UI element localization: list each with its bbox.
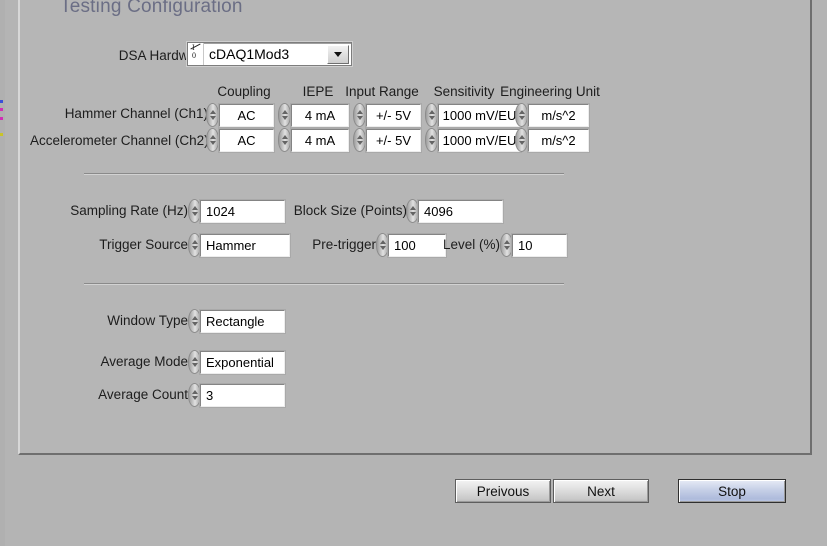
average-count-label: Average Count [98, 387, 188, 402]
accelerometer-sensitivity-stepper[interactable] [425, 128, 438, 152]
hammer-sensitivity-stepper[interactable] [425, 103, 438, 127]
edge-marker-blue [0, 100, 3, 103]
trigger-source-value[interactable]: Hammer [200, 234, 290, 257]
hammer-engineering-unit-stepper[interactable] [515, 103, 528, 127]
edge-marker-magenta-2 [0, 117, 3, 120]
hammer-coupling-stepper[interactable] [206, 103, 219, 127]
edge-marker-yellow [0, 133, 3, 136]
configuration-panel: Testing Configuration DSA Hardware cDAQ1… [18, 0, 812, 455]
hammer-iepe-value[interactable]: 4 mA [291, 104, 349, 127]
hammer-engineering-unit-value[interactable]: m/s^2 [528, 104, 589, 127]
sampling-rate-label: Sampling Rate (Hz) [70, 203, 188, 218]
edge-marker-magenta-1 [0, 108, 3, 111]
accelerometer-iepe-value[interactable]: 4 mA [291, 129, 349, 152]
chevron-down-icon[interactable] [327, 44, 349, 64]
column-header-input-range: Input Range [345, 84, 419, 99]
accelerometer-iepe-stepper[interactable] [278, 128, 291, 152]
previous-button[interactable]: Preivous [455, 479, 551, 503]
application-window: Testing Configuration DSA Hardware cDAQ1… [0, 0, 827, 546]
hammer-input-range-value[interactable]: +/- 5V [366, 104, 421, 127]
hammer-sensitivity-value[interactable]: 1000 mV/EU [438, 104, 521, 127]
level-label: Level (%) [442, 237, 500, 252]
average-count-value[interactable]: 3 [200, 384, 285, 407]
column-header-engineering-unit: Engineering Unit [500, 84, 600, 99]
dsa-hardware-select[interactable]: cDAQ1Mod3 [187, 42, 352, 66]
hammer-coupling-value[interactable]: AC [219, 104, 274, 127]
average-mode-label: Average Mode [100, 354, 188, 369]
io-name-glyph-icon [188, 43, 204, 65]
hammer-channel-label: Hammer Channel (Ch1) [64, 106, 208, 121]
accelerometer-input-range-stepper[interactable] [353, 128, 366, 152]
stop-button[interactable]: Stop [678, 479, 786, 503]
window-type-value[interactable]: Rectangle [200, 310, 285, 333]
dsa-hardware-value: cDAQ1Mod3 [209, 46, 290, 62]
accelerometer-engineering-unit-stepper[interactable] [515, 128, 528, 152]
section-divider-2 [84, 283, 564, 285]
page-title: Testing Configuration [60, 0, 243, 17]
block-size-label: Block Size (Points) [293, 203, 407, 218]
level-value[interactable]: 10 [512, 234, 567, 257]
sampling-rate-value[interactable]: 1024 [200, 200, 285, 223]
section-divider-1 [84, 173, 564, 175]
accelerometer-sensitivity-value[interactable]: 1000 mV/EU [438, 129, 521, 152]
hammer-input-range-stepper[interactable] [353, 103, 366, 127]
accelerometer-engineering-unit-value[interactable]: m/s^2 [528, 129, 589, 152]
accelerometer-coupling-stepper[interactable] [206, 128, 219, 152]
average-mode-value[interactable]: Exponential [200, 351, 285, 374]
block-size-value[interactable]: 4096 [418, 200, 503, 223]
window-type-label: Window Type [107, 313, 188, 328]
hammer-iepe-stepper[interactable] [278, 103, 291, 127]
trigger-source-label: Trigger Source [99, 237, 188, 252]
accelerometer-coupling-value[interactable]: AC [219, 129, 274, 152]
background-window-sliver [0, 0, 5, 546]
accelerometer-input-range-value[interactable]: +/- 5V [366, 129, 421, 152]
accelerometer-channel-label: Accelerometer Channel (Ch2) [30, 133, 209, 148]
next-button[interactable]: Next [553, 479, 649, 503]
pre-trigger-label: Pre-trigger [312, 237, 376, 252]
